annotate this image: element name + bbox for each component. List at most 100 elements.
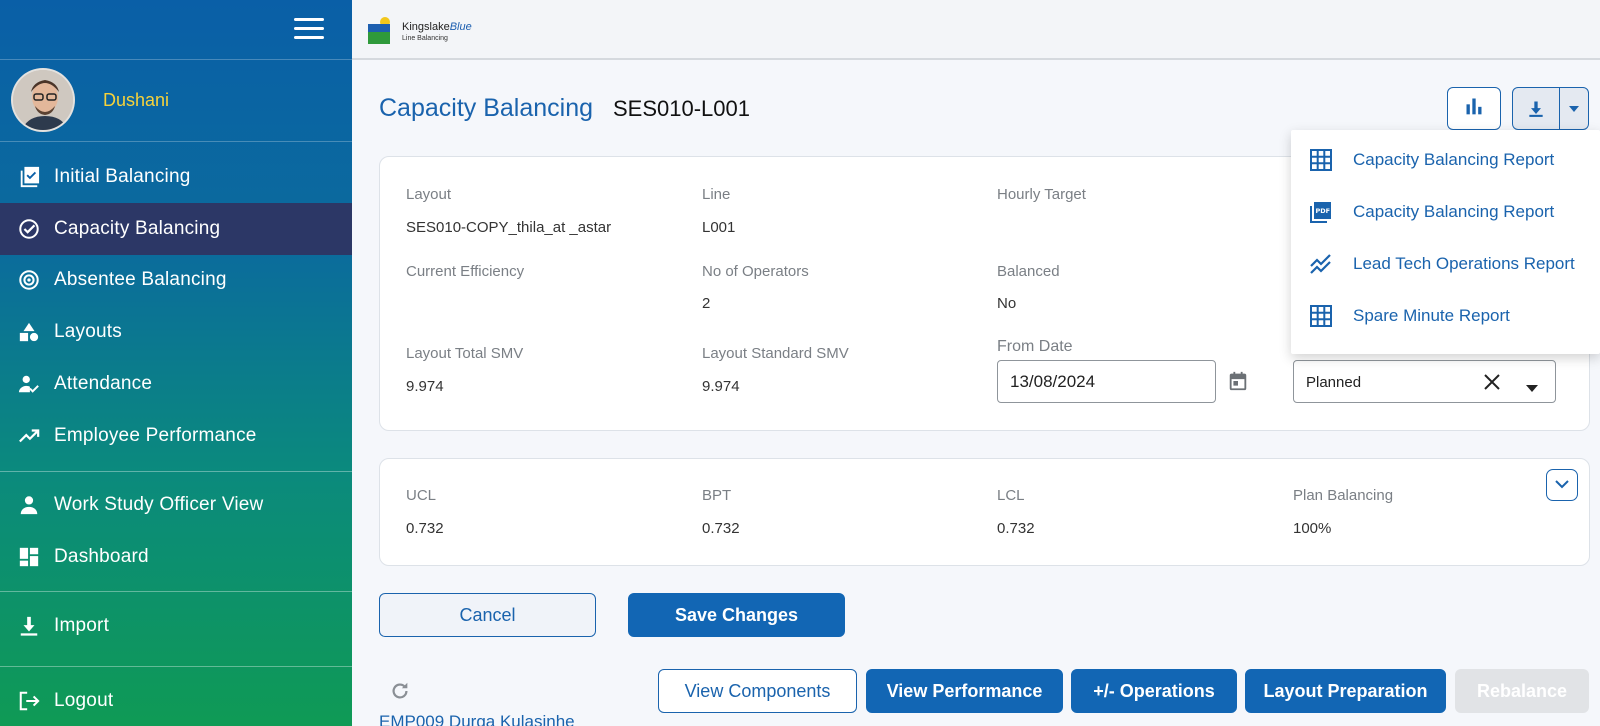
username: Dushani [103,90,170,110]
check-circle-icon [17,217,41,241]
sidebar-item-label: Absentee Balancing [54,269,227,290]
line-value: L001 [702,219,736,236]
sidebar-item-initial-balancing[interactable]: Initial Balancing [0,151,352,203]
page-title: Capacity Balancing [379,94,594,122]
menu-item-capacity-report-excel[interactable]: Capacity Balancing Report [1291,134,1600,186]
sidebar-item-label: Attendance [54,373,153,394]
clear-icon[interactable] [1483,373,1501,396]
view-performance-button[interactable]: View Performance [866,669,1063,713]
sidebar-divider [0,591,352,592]
view-components-button[interactable]: View Components [658,669,857,713]
plan-balancing-value: 100% [1293,520,1332,537]
sidebar-header [0,0,352,60]
download-icon[interactable] [1513,88,1561,129]
grid-icon [1309,304,1333,328]
stats-card [379,458,1590,566]
balanced-value: No [997,295,1017,312]
download-icon [17,614,41,638]
total-smv-label: Layout Total SMV [406,345,524,362]
person-check-icon [17,372,41,396]
caret-down-icon[interactable] [1560,88,1588,129]
from-date-label: From Date [997,338,1073,355]
trending-up-icon [17,424,41,448]
menu-item-lead-tech-report[interactable]: Lead Tech Operations Report [1291,238,1600,290]
trend-icon [1309,252,1333,276]
app-logo[interactable]: KingslakeBlue Line Balancing [368,14,472,44]
logo-subtitle: Line Balancing [402,35,448,42]
sidebar-item-label: Dashboard [54,546,149,567]
rebalance-button: Rebalance [1455,669,1589,713]
sidebar-item-capacity-balancing[interactable]: Capacity Balancing [0,203,352,255]
total-smv-value: 9.974 [406,378,444,395]
sidebar-item-label: Work Study Officer View [54,494,264,515]
line-label: Line [702,186,731,203]
calendar-icon[interactable] [1227,370,1249,397]
checklist-icon [17,165,41,189]
pdf-icon: PDF [1309,200,1333,224]
layout-label: Layout [406,186,452,203]
standard-smv-label: Layout Standard SMV [702,345,849,362]
chart-button[interactable] [1447,87,1501,130]
operators-label: No of Operators [702,263,809,280]
menu-toggle-icon[interactable] [294,18,324,40]
sidebar-divider [0,471,352,472]
sidebar-item-label: Employee Performance [54,425,257,446]
save-changes-button[interactable]: Save Changes [628,593,845,637]
layout-preparation-button[interactable]: Layout Preparation [1245,669,1446,713]
lcl-label: LCL [997,487,1025,504]
menu-item-capacity-report-pdf[interactable]: PDF Capacity Balancing Report [1291,186,1600,238]
ucl-value: 0.732 [406,520,444,537]
sidebar-item-absentee-balancing[interactable]: Absentee Balancing [0,254,352,306]
refresh-icon[interactable] [389,680,411,707]
report-menu: Capacity Balancing Report PDF Capacity B… [1291,130,1600,354]
avatar[interactable] [11,68,75,132]
download-split-button[interactable] [1512,87,1589,130]
sidebar-item-employee-performance[interactable]: Employee Performance [0,410,352,462]
operators-value: 2 [702,295,711,312]
menu-item-label: Capacity Balancing Report [1353,150,1555,169]
chevron-down-icon[interactable] [1526,379,1538,397]
sidebar-item-label: Layouts [54,321,122,342]
bar-chart-icon [1464,96,1484,121]
lcl-value: 0.732 [997,520,1035,537]
shapes-icon [17,320,41,344]
user-profile: Dushani [0,60,352,142]
plan-type-select[interactable]: Planned [1293,360,1556,403]
sidebar-item-layouts[interactable]: Layouts [0,306,352,358]
expand-button[interactable] [1546,469,1578,501]
operations-button[interactable]: +/- Operations [1071,669,1237,713]
current-efficiency-label: Current Efficiency [406,263,525,280]
ucl-label: UCL [406,487,437,504]
grid-icon [1309,148,1333,172]
menu-item-label: Spare Minute Report [1353,306,1510,325]
target-icon [17,268,41,292]
sidebar-item-work-study-officer-view[interactable]: Work Study Officer View [0,479,352,531]
sidebar-item-dashboard[interactable]: Dashboard [0,531,352,583]
sidebar-item-label: Initial Balancing [54,166,191,187]
svg-text:PDF: PDF [1316,207,1331,215]
menu-item-label: Lead Tech Operations Report [1353,254,1575,273]
plan-type-value: Planned [1306,374,1362,391]
sidebar-divider [0,666,352,667]
sidebar-item-logout[interactable]: Logout [0,675,352,726]
sidebar-item-attendance[interactable]: Attendance [0,358,352,410]
page-subtitle: SES010-L001 [613,96,750,121]
sidebar-item-label: Import [54,615,110,636]
standard-smv-value: 9.974 [702,378,740,395]
logo-primary: Kingslake [402,21,450,33]
employee-link[interactable]: EMP009 Durga Kulasinhe [379,712,575,726]
cancel-button[interactable]: Cancel [379,593,596,637]
plan-balancing-label: Plan Balancing [1293,487,1394,504]
from-date-input[interactable]: 13/08/2024 [997,360,1216,403]
dashboard-icon [17,545,41,569]
sidebar: Dushani Initial Balancing Capacity Balan… [0,0,352,726]
person-icon [17,493,41,517]
balanced-label: Balanced [997,263,1060,280]
bpt-value: 0.732 [702,520,740,537]
chevron-down-icon [1555,476,1569,494]
menu-item-label: Capacity Balancing Report [1353,202,1555,221]
logo-text: KingslakeBlue [402,22,472,33]
sidebar-item-import[interactable]: Import [0,600,352,652]
logo-mark-icon [368,17,390,44]
menu-item-spare-minute-report[interactable]: Spare Minute Report [1291,290,1600,342]
